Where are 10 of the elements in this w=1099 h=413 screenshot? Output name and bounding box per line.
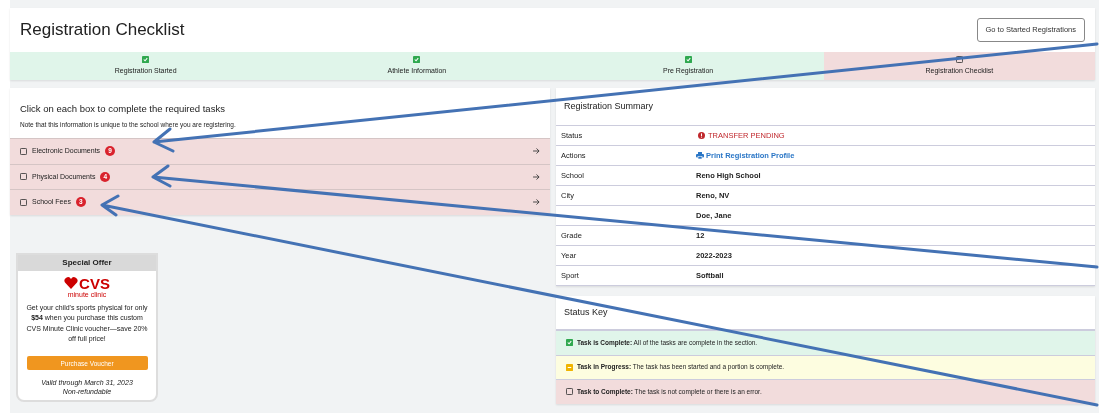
arrow-right-icon bbox=[533, 173, 540, 180]
brand-logo: CVS bbox=[18, 275, 156, 291]
arrow-right-icon bbox=[533, 148, 540, 155]
printer-icon bbox=[696, 152, 704, 159]
offer-title: Special Offer bbox=[18, 254, 156, 271]
section-heading: Click on each box to complete the required tasks bbox=[20, 102, 226, 116]
page-title: Registration Checklist bbox=[20, 19, 185, 42]
alert-icon bbox=[698, 132, 705, 139]
arrow-right-icon bbox=[533, 199, 540, 206]
card-title: Registration Summary bbox=[556, 88, 1095, 126]
